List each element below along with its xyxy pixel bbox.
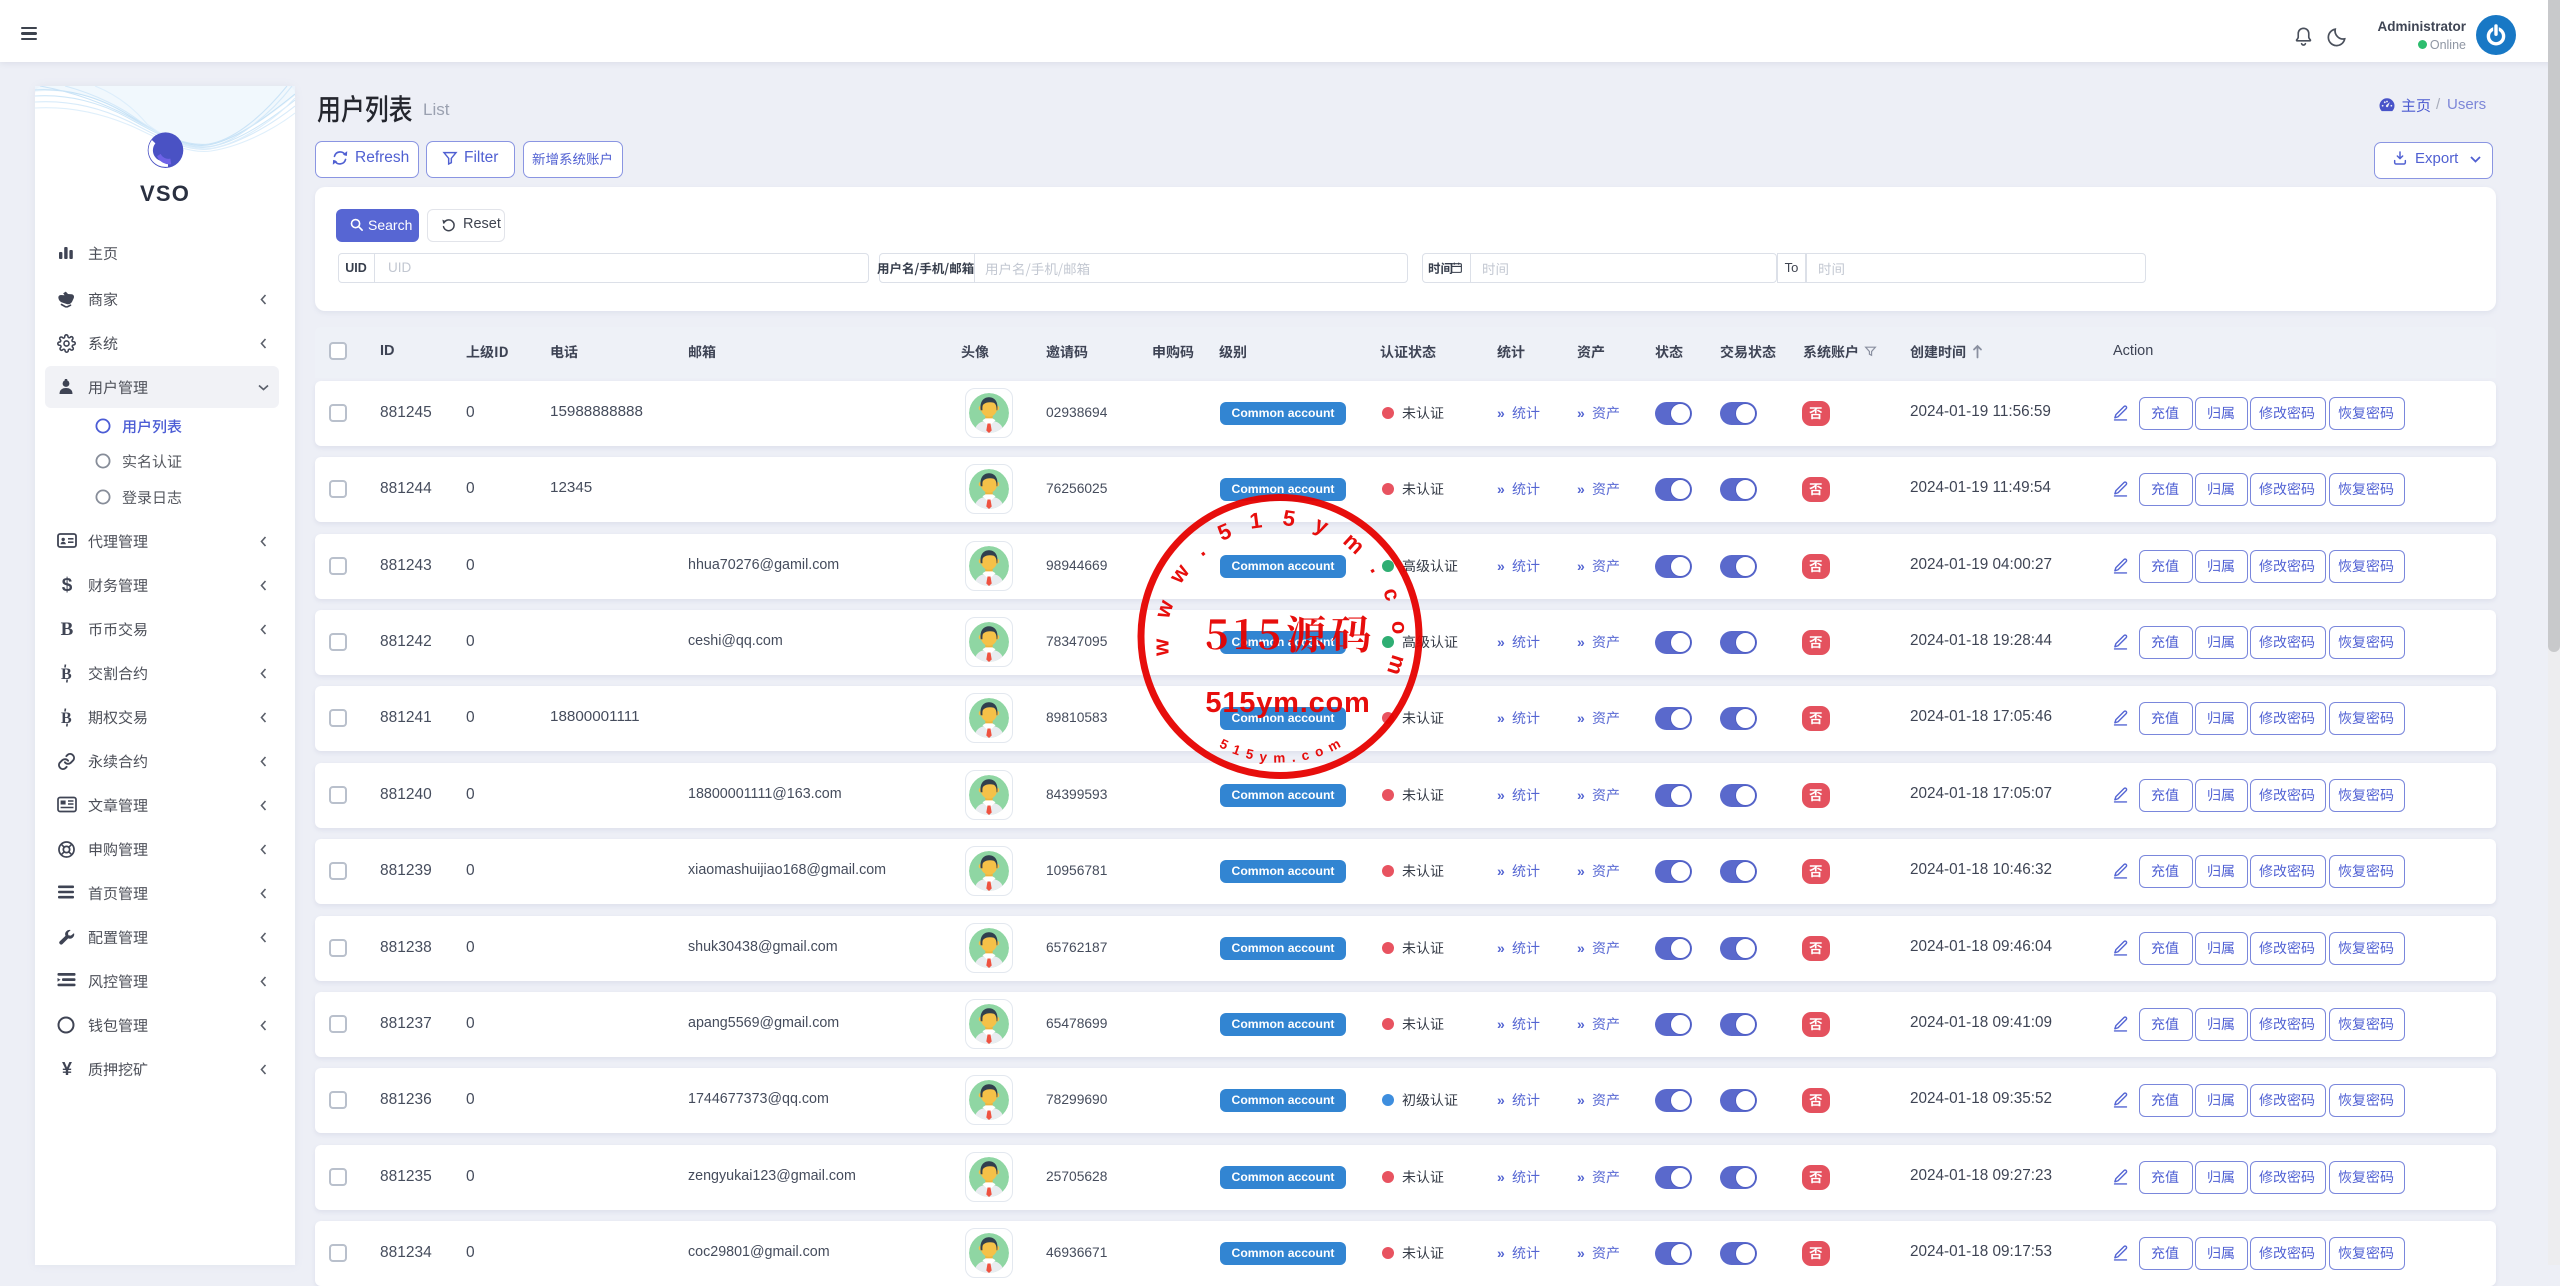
svg-text:515ym.com: 515ym.com (1217, 733, 1349, 766)
